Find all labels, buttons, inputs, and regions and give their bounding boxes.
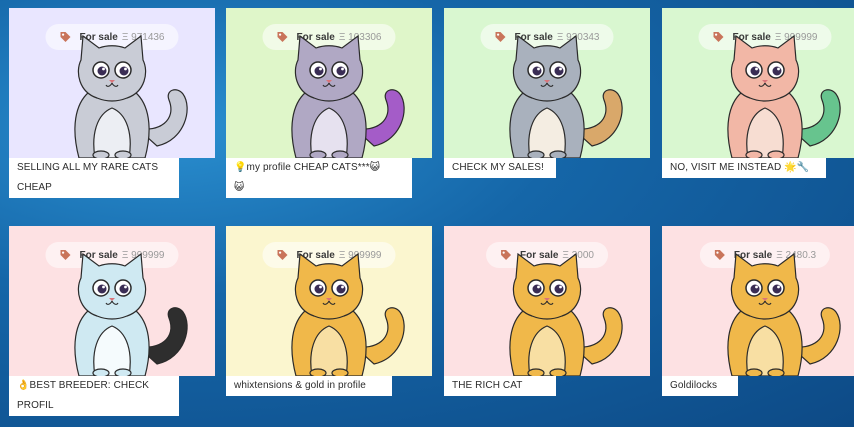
caption-line: PROFIL	[17, 400, 54, 411]
listing-caption[interactable]: NO, VISIT ME INSTEAD 🌟🔧	[662, 158, 826, 178]
listing-caption[interactable]: THE RICH CAT	[444, 376, 556, 396]
kitty-listing-grid: For sale Ξ 971436 SELLING ALL MY RARE CA…	[0, 0, 854, 427]
caption-line: NO, VISIT ME INSTEAD 🌟🔧	[670, 162, 810, 173]
kitty-illustration	[727, 252, 841, 376]
kitty-illustration	[509, 34, 623, 158]
kitty-art-panel[interactable]: For sale Ξ 2480.3	[662, 226, 854, 376]
kitty-illustration	[509, 252, 623, 376]
caption-line: THE RICH CAT	[452, 380, 523, 391]
kitty-illustration	[727, 34, 841, 158]
kitty-art-panel[interactable]: For sale Ξ 999999	[9, 226, 215, 376]
caption-line: 👌BEST BREEDER: CHECK	[17, 380, 150, 391]
kitty-illustration	[74, 34, 188, 158]
caption-line: 💡my profile CHEAP CATS***😺	[234, 162, 381, 173]
listing-caption[interactable]: whixtensions & gold in profile	[226, 376, 392, 396]
kitty-art-panel[interactable]: For sale Ξ 999999	[662, 8, 854, 158]
listing-caption[interactable]: 👌BEST BREEDER: CHECK PROFIL	[9, 376, 179, 416]
caption-line: whixtensions & gold in profile	[234, 380, 366, 391]
kitty-illustration	[291, 34, 405, 158]
listing-caption[interactable]: 💡my profile CHEAP CATS***😺 😺	[226, 158, 412, 198]
caption-line: 😺	[234, 182, 245, 193]
kitty-art-panel[interactable]: For sale Ξ 103306	[226, 8, 432, 158]
caption-line: CHECK MY SALES!	[452, 162, 544, 173]
kitty-art-panel[interactable]: For sale Ξ 3000	[444, 226, 650, 376]
listing-caption[interactable]: CHECK MY SALES!	[444, 158, 556, 178]
kitty-illustration	[74, 252, 188, 376]
kitty-art-panel[interactable]: For sale Ξ 930343	[444, 8, 650, 158]
kitty-art-panel[interactable]: For sale Ξ 971436	[9, 8, 215, 158]
caption-line: CHEAP	[17, 182, 52, 193]
listing-caption[interactable]: Goldilocks	[662, 376, 738, 396]
kitty-art-panel[interactable]: For sale Ξ 999999	[226, 226, 432, 376]
kitty-illustration	[291, 252, 405, 376]
caption-line: Goldilocks	[670, 380, 718, 391]
listing-caption[interactable]: SELLING ALL MY RARE CATS CHEAP	[9, 158, 179, 198]
caption-line: SELLING ALL MY RARE CATS	[17, 162, 159, 173]
